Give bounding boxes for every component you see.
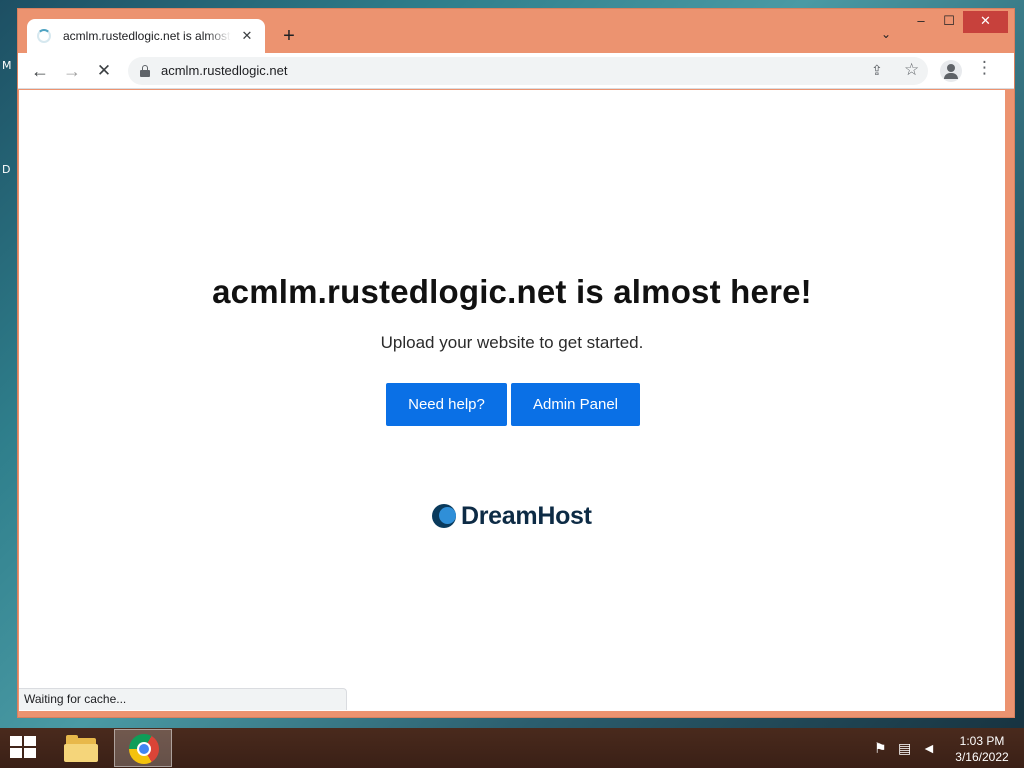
file-explorer-icon[interactable] xyxy=(60,730,100,766)
desktop-icon-label: M xyxy=(2,59,12,72)
clock-time: 1:03 PM xyxy=(959,734,1005,748)
admin-panel-button[interactable]: Admin Panel xyxy=(511,383,640,426)
clock-date: 3/16/2022 xyxy=(955,750,1009,764)
lock-icon[interactable] xyxy=(140,65,150,77)
back-button[interactable]: ← xyxy=(26,57,54,85)
brand-name: DreamHost xyxy=(461,501,592,530)
page-headline: acmlm.rustedlogic.net is almost here! xyxy=(212,273,812,310)
tab-close-icon[interactable]: ✕ xyxy=(239,28,255,44)
stop-loading-button[interactable]: ✕ xyxy=(90,57,118,85)
action-center-flag-icon[interactable]: ⚑ xyxy=(874,740,887,757)
minimize-button[interactable]: – xyxy=(910,11,932,33)
dreamhost-moon-icon xyxy=(432,504,456,528)
chrome-icon xyxy=(129,734,159,764)
share-icon[interactable]: ⇪ xyxy=(871,62,883,79)
browser-window: acmlm.rustedlogic.net is almost here! ✕ … xyxy=(17,8,1015,718)
address-bar[interactable]: acmlm.rustedlogic.net ⇪ ☆ xyxy=(128,57,928,85)
browser-tab[interactable]: acmlm.rustedlogic.net is almost here! ✕ xyxy=(27,19,265,53)
windows-start-icon[interactable] xyxy=(10,736,38,760)
network-icon[interactable]: ▤ xyxy=(898,740,911,757)
profile-avatar-icon[interactable] xyxy=(940,60,962,82)
dreamhost-logo[interactable]: DreamHost xyxy=(432,502,592,530)
tab-search-chevron-icon[interactable]: ⌄ xyxy=(876,27,896,45)
page-subline: Upload your website to get started. xyxy=(380,333,644,352)
status-bubble: Waiting for cache... xyxy=(19,688,347,710)
close-window-button[interactable]: ✕ xyxy=(963,11,1008,33)
browser-toolbar: ← → ✕ acmlm.rustedlogic.net ⇪ ☆ ⋮ xyxy=(18,53,1014,89)
chrome-taskbar-button[interactable] xyxy=(114,729,172,767)
tab-strip: acmlm.rustedlogic.net is almost here! ✕ … xyxy=(18,9,1014,53)
system-clock[interactable]: 1:03 PM 3/16/2022 xyxy=(948,733,1016,765)
taskbar: ⚑ ▤ ◄ 1:03 PM 3/16/2022 xyxy=(0,728,1024,768)
desktop-icon-label: D xyxy=(2,163,11,176)
loading-spinner-icon xyxy=(37,29,51,43)
volume-muted-icon[interactable]: ◄ xyxy=(922,740,936,756)
maximize-button[interactable]: ☐ xyxy=(938,11,960,33)
bookmark-star-icon[interactable]: ☆ xyxy=(904,60,919,80)
forward-button[interactable]: → xyxy=(58,57,86,85)
new-tab-button[interactable]: + xyxy=(278,25,300,47)
address-url[interactable]: acmlm.rustedlogic.net xyxy=(161,63,287,78)
tab-title: acmlm.rustedlogic.net is almost here! xyxy=(63,29,231,43)
page-content: acmlm.rustedlogic.net is almost here! Up… xyxy=(19,90,1005,711)
need-help-button[interactable]: Need help? xyxy=(386,383,507,426)
browser-menu-icon[interactable]: ⋮ xyxy=(976,58,993,78)
